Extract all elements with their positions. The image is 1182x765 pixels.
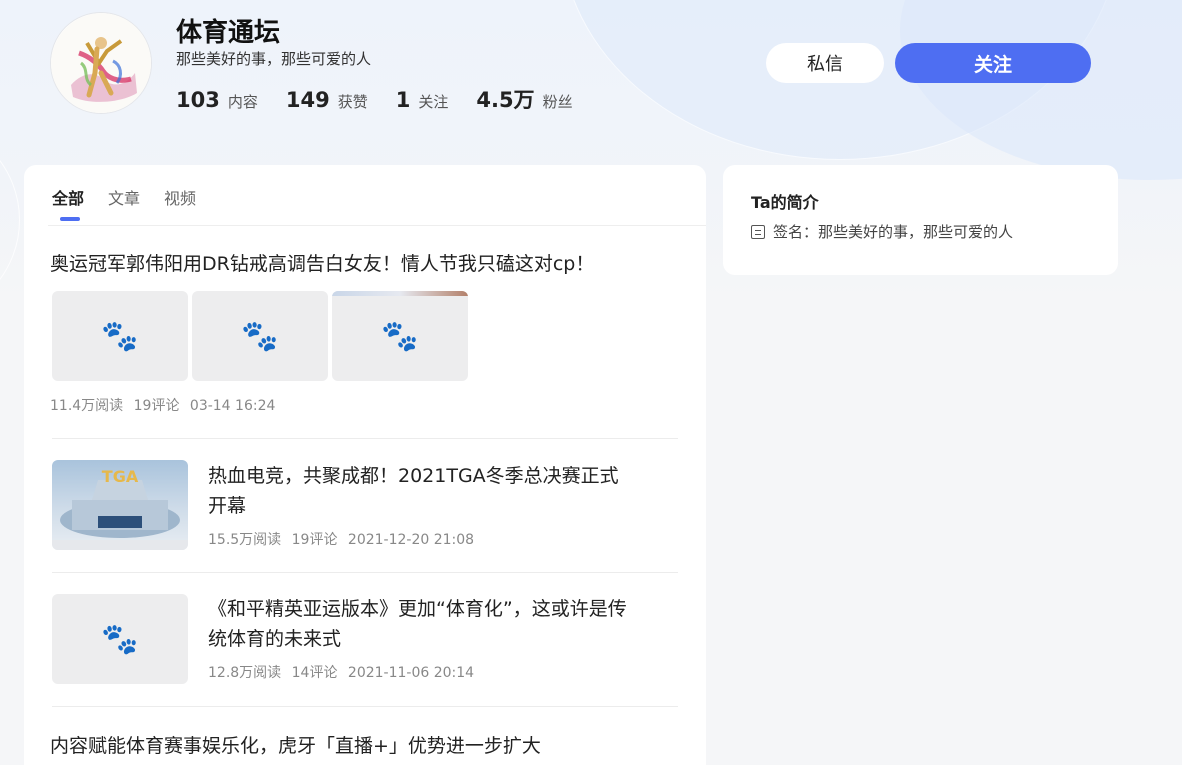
stat-likes: 149 获赞 (286, 88, 368, 112)
read-count: 11.4万阅读 (50, 398, 124, 414)
feed-item-thumbnail[interactable]: 🐾 (192, 291, 328, 381)
feed-item-thumbnail[interactable]: 🐾 (332, 291, 468, 381)
stat-label: 内容 (227, 93, 258, 111)
stat-number: 4.5万 (476, 88, 535, 112)
feed-item-title[interactable]: 《和平精英亚运版本》更加“体育化”，这或许是传统体育的未来式 (208, 594, 628, 654)
stat-number: 149 (285, 88, 330, 112)
profile-name: 体育通坛 (176, 18, 281, 48)
feed-item-title[interactable]: 内容赋能体育赛事娱乐化，虎牙「直播+」优势进一步扩大 (50, 731, 690, 761)
message-button[interactable]: 私信 (766, 43, 884, 83)
feed-item-title[interactable]: 奥运冠军郭伟阳用DR钻戒高调告白女友！情人节我只磕这对cp！ (50, 249, 690, 279)
comment-count: 19评论 (291, 532, 338, 548)
intro-title: Ta的简介 (751, 193, 819, 212)
intro-signature-text: 签名：那些美好的事，那些可爱的人 (773, 223, 1014, 241)
content-tabs: 全部 文章 视频 (52, 185, 220, 221)
stat-label: 获赞 (337, 93, 368, 111)
feed-item-thumbnail[interactable]: 🐾 (52, 291, 188, 381)
feed-item-meta: 15.5万阅读 19评论 2021-12-20 21:08 (208, 529, 480, 549)
read-count: 12.8万阅读 (208, 665, 282, 681)
stat-following[interactable]: 1 关注 (396, 88, 449, 112)
paw-icon: 🐾 (101, 621, 139, 657)
feed-item-title[interactable]: 热血电竞，共聚成都！2021TGA冬季总决赛正式开幕 (208, 461, 628, 521)
stat-number: 1 (395, 88, 411, 112)
comment-count: 14评论 (291, 665, 338, 681)
tab-articles[interactable]: 文章 (108, 185, 140, 221)
stat-label: 关注 (418, 93, 449, 111)
feed-item-meta: 12.8万阅读 14评论 2021-11-06 20:14 (208, 662, 480, 682)
tab-videos[interactable]: 视频 (164, 185, 196, 221)
stat-fans[interactable]: 4.5万 粉丝 (476, 84, 572, 114)
athlete-avatar-image (51, 13, 151, 113)
intro-signature: 签名：那些美好的事，那些可爱的人 (751, 221, 1013, 242)
feed-item-thumbnail[interactable]: 🐾 (52, 594, 188, 684)
svg-text:TGA: TGA (102, 467, 139, 486)
intro-card: Ta的简介 签名：那些美好的事，那些可爱的人 (723, 165, 1118, 275)
feed-item-meta: 11.4万阅读 19评论 03-14 16:24 (50, 395, 281, 415)
profile-stats: 103 内容 149 获赞 1 关注 4.5万 粉丝 (176, 84, 601, 114)
feed-item-thumbnail[interactable]: TGA (52, 460, 188, 550)
paw-icon: 🐾 (101, 318, 139, 354)
paw-icon: 🐾 (381, 318, 419, 354)
stat-number: 103 (176, 88, 220, 112)
tab-all[interactable]: 全部 (52, 185, 84, 221)
stat-label: 粉丝 (542, 93, 573, 111)
read-count: 15.5万阅读 (208, 532, 282, 548)
stat-content[interactable]: 103 内容 (176, 88, 258, 112)
publish-time: 03-14 16:24 (189, 398, 276, 414)
tabs-divider (48, 225, 706, 226)
document-icon (751, 224, 765, 239)
comment-count: 19评论 (133, 398, 180, 414)
tga-event-image: TGA (52, 467, 188, 550)
publish-time: 2021-11-06 20:14 (347, 665, 475, 681)
profile-signature: 那些美好的事，那些可爱的人 (176, 50, 372, 68)
publish-time: 2021-12-20 21:08 (347, 532, 475, 548)
content-feed-card: 全部 文章 视频 奥运冠军郭伟阳用DR钻戒高调告白女友！情人节我只磕这对cp！ … (24, 165, 706, 765)
avatar[interactable] (50, 12, 152, 114)
paw-icon: 🐾 (241, 318, 279, 354)
follow-button[interactable]: 关注 (895, 43, 1091, 83)
